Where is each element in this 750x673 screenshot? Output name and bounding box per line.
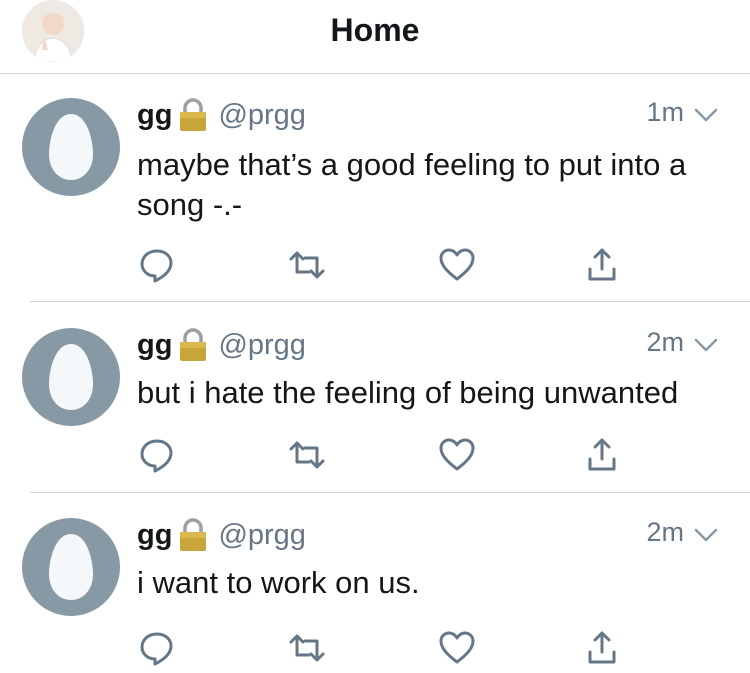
chevron-down-icon[interactable]	[692, 331, 720, 359]
reply-icon[interactable]	[137, 435, 177, 475]
display-name[interactable]: gg	[137, 329, 172, 362]
timestamp[interactable]: 2m	[646, 327, 684, 358]
retweet-icon[interactable]	[287, 628, 327, 668]
egg-icon	[49, 114, 93, 180]
chevron-down-icon[interactable]	[692, 101, 720, 129]
like-icon[interactable]	[437, 628, 477, 668]
lock-icon	[180, 328, 207, 361]
display-name[interactable]: gg	[137, 519, 172, 552]
retweet-icon[interactable]	[287, 245, 327, 285]
default-avatar[interactable]	[22, 518, 120, 616]
tweet[interactable]: gg @prgg 2m i want to work on us.	[0, 515, 750, 673]
timestamp[interactable]: 2m	[646, 517, 684, 548]
like-icon[interactable]	[437, 245, 477, 285]
tweet[interactable]: gg @prgg 2m but i hate the feeling of be…	[0, 325, 750, 475]
tweet[interactable]: gg @prgg 1m maybe that’s a good feeling …	[0, 95, 750, 283]
lock-icon	[180, 98, 207, 131]
tweet-text: maybe that’s a good feeling to put into …	[137, 147, 687, 222]
reply-icon[interactable]	[137, 628, 177, 668]
username-handle[interactable]: @prgg	[218, 99, 305, 132]
tweet-author-row: gg @prgg	[137, 95, 306, 135]
divider	[30, 492, 750, 493]
username-handle[interactable]: @prgg	[218, 329, 305, 362]
tweet-text: i want to work on us.	[137, 565, 420, 600]
like-icon[interactable]	[437, 435, 477, 475]
page-title: Home	[330, 12, 420, 48]
tweet-actions	[0, 628, 750, 668]
tweet-author-row: gg @prgg	[137, 515, 306, 555]
share-icon[interactable]	[582, 628, 622, 668]
tweet-actions	[0, 245, 750, 285]
egg-icon	[49, 344, 93, 410]
default-avatar[interactable]	[22, 328, 120, 426]
tweet-actions	[0, 435, 750, 475]
share-icon[interactable]	[582, 435, 622, 475]
default-avatar[interactable]	[22, 98, 120, 196]
tweet-text: but i hate the feeling of being unwanted	[137, 375, 679, 410]
timestamp[interactable]: 1m	[646, 97, 684, 128]
display-name[interactable]: gg	[137, 99, 172, 132]
lock-icon	[180, 518, 207, 551]
egg-icon	[49, 534, 93, 600]
tweet-author-row: gg @prgg	[137, 325, 306, 365]
reply-icon[interactable]	[137, 245, 177, 285]
retweet-icon[interactable]	[287, 435, 327, 475]
timeline-header: Home	[0, 0, 750, 74]
username-handle[interactable]: @prgg	[218, 519, 305, 552]
share-icon[interactable]	[582, 245, 622, 285]
chevron-down-icon[interactable]	[692, 521, 720, 549]
divider	[30, 301, 750, 302]
